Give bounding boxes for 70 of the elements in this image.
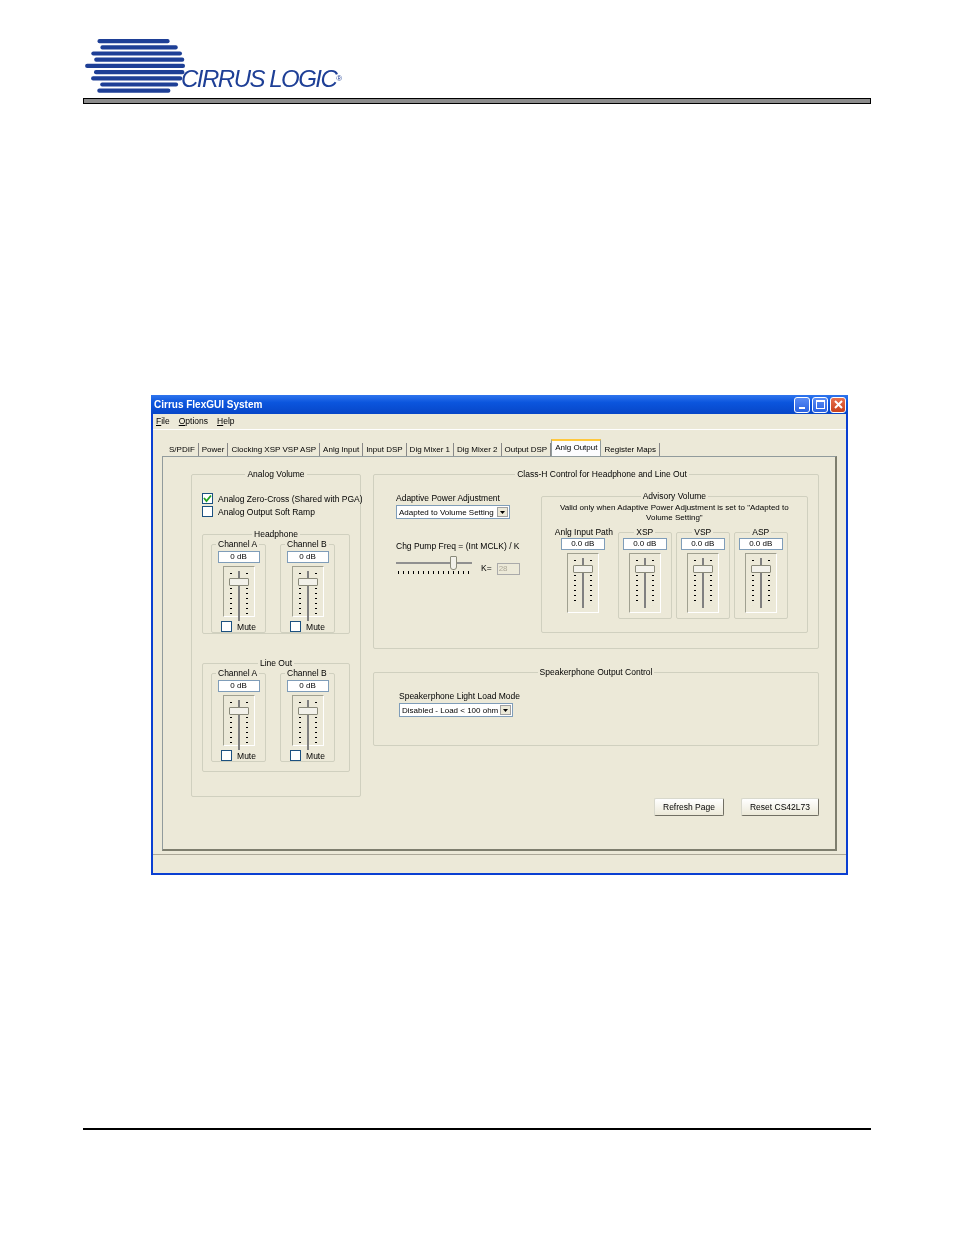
checkbox-label: Mute: [237, 621, 256, 632]
logo-text: CIRRUS LOGIC$^{®}$: [181, 67, 343, 91]
field-label: Chg Pump Freq = (Int MCLK) / K: [396, 541, 521, 551]
close-button[interactable]: [830, 396, 846, 413]
value-field[interactable]: 0 dB: [286, 551, 329, 563]
menu-item[interactable]: Options: [178, 416, 209, 427]
slider[interactable]: [744, 553, 777, 613]
minimize-button[interactable]: [794, 396, 810, 413]
checkbox[interactable]: [290, 621, 302, 632]
menu-item[interactable]: Help: [217, 416, 235, 427]
slider[interactable]: [628, 553, 661, 613]
group-title: Analog Volume: [246, 469, 306, 479]
slider-thumb[interactable]: [692, 565, 713, 573]
slider-thumb[interactable]: [228, 578, 249, 586]
value-field[interactable]: 0.0 dB: [560, 538, 605, 550]
slider-thumb[interactable]: [750, 565, 771, 573]
value-field[interactable]: 0 dB: [217, 680, 260, 692]
value-field[interactable]: 0.0 dB: [680, 538, 725, 550]
group-title: Advisory Volume: [641, 491, 707, 501]
value-field[interactable]: 0.0 dB: [622, 538, 667, 550]
slider-thumb[interactable]: [228, 707, 249, 715]
dropdown[interactable]: Adapted to Volume Setting: [396, 505, 510, 519]
checkbox-label: Analog Output Soft Ramp: [218, 506, 315, 517]
group-title: Anlg Input Path: [553, 527, 614, 537]
tab[interactable]: Anlg Output: [551, 439, 602, 457]
group-title: VSP: [693, 527, 713, 537]
group-title: Channel B: [286, 668, 328, 678]
slider[interactable]: [566, 553, 599, 613]
checkbox-label: Analog Zero-Cross (Shared with PGA): [218, 493, 363, 504]
menu-item[interactable]: File: [156, 416, 170, 427]
checkbox[interactable]: [202, 493, 213, 504]
note-text: Valid only when Adaptive Power Adjustment is set to "Adapted to Volume Setting": [559, 503, 790, 523]
checkbox-label: Mute: [306, 750, 325, 761]
slider-thumb[interactable]: [634, 565, 655, 573]
slider-thumb[interactable]: [297, 707, 318, 715]
group-title: XSP: [635, 527, 655, 537]
checkbox[interactable]: [202, 506, 213, 517]
field-label: K=: [481, 563, 492, 573]
caret-icon: [500, 705, 511, 715]
checkbox[interactable]: [221, 750, 233, 761]
dropdown[interactable]: Disabled - Load < 100 ohm: [399, 703, 513, 717]
slider[interactable]: [686, 553, 719, 613]
close-icon: [833, 400, 843, 410]
slider-thumb[interactable]: [572, 565, 593, 573]
group-title: Channel B: [286, 539, 328, 549]
group-title: Headphone: [253, 529, 299, 539]
checkbox[interactable]: [290, 750, 302, 761]
push-button[interactable]: Reset CS42L73: [741, 798, 819, 816]
field-label: Adaptive Power Adjustment: [396, 493, 501, 503]
maximize-icon: [815, 400, 825, 410]
group-title: Channel A: [217, 668, 259, 678]
maximize-button[interactable]: [812, 396, 828, 413]
push-button[interactable]: Refresh Page: [654, 798, 724, 816]
group-title: Channel A: [217, 539, 259, 549]
field-label: Speakerphone Light Load Mode: [399, 691, 520, 701]
value-field[interactable]: 0.0 dB: [738, 538, 783, 550]
value-field[interactable]: 0 dB: [286, 680, 329, 692]
slider-thumb[interactable]: [450, 556, 457, 570]
group-title: ASP: [751, 527, 771, 537]
checkbox-label: Mute: [306, 621, 325, 632]
caret-icon: [497, 507, 508, 517]
checkbox-label: Mute: [237, 750, 256, 761]
group-title: Class-H Control for Headphone and Line Out: [516, 469, 688, 479]
minimize-icon: [799, 407, 805, 410]
slider-thumb[interactable]: [297, 578, 318, 586]
window-title: Cirrus FlexGUI System: [154, 399, 263, 411]
checkbox[interactable]: [221, 621, 233, 632]
group-title: Speakerphone Output Control: [538, 667, 654, 677]
group-title: Line Out: [258, 658, 294, 668]
value-field[interactable]: 0 dB: [217, 551, 260, 563]
